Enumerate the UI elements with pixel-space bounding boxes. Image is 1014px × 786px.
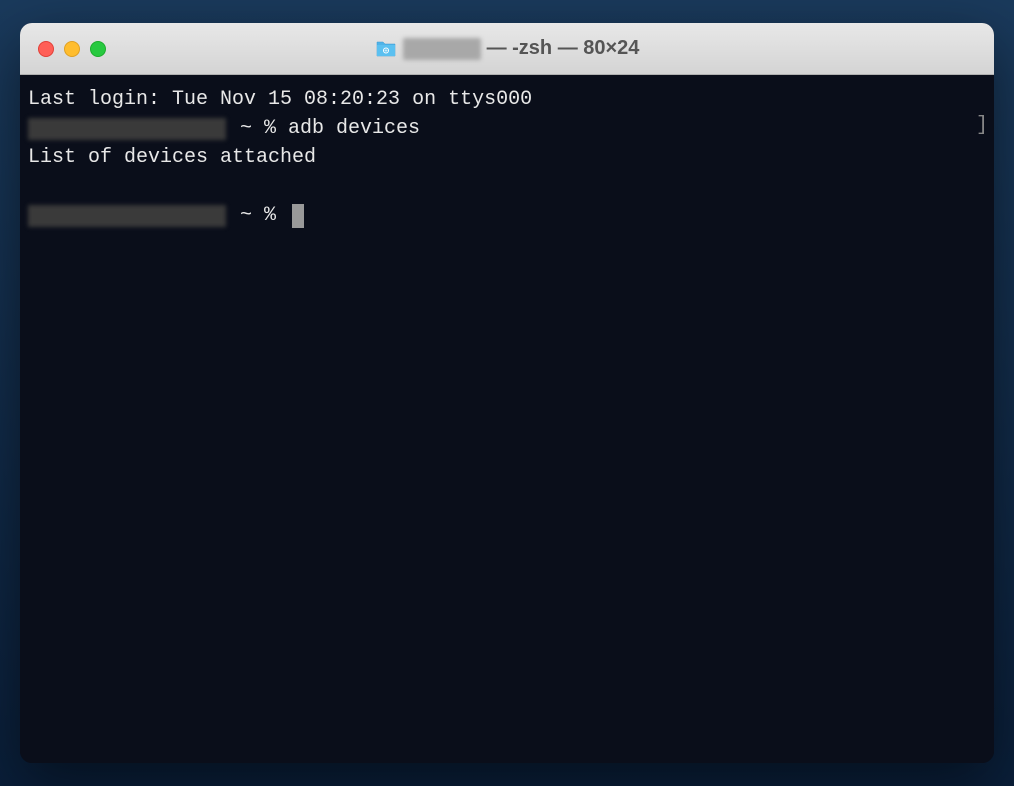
maximize-button[interactable] (90, 41, 106, 57)
blank-line (28, 172, 986, 201)
window-title: — -zsh — 80×24 (487, 37, 640, 60)
output-text: List of devices attached (28, 143, 316, 172)
prompt-line-1: ~ % adb devices (28, 114, 986, 143)
last-login-text: Last login: Tue Nov 15 08:20:23 on ttys0… (28, 85, 532, 114)
prompt-suffix: ~ % (228, 114, 288, 143)
cursor (292, 204, 304, 228)
command-text: adb devices (288, 114, 420, 143)
traffic-lights (20, 41, 106, 57)
title-redacted (403, 38, 481, 60)
title-center: — -zsh — 80×24 (20, 37, 994, 60)
prompt-suffix: ~ % (228, 201, 288, 230)
prompt-line-2: ~ % (28, 201, 986, 230)
titlebar: — -zsh — 80×24 (20, 23, 994, 75)
hostname-redacted (28, 118, 226, 140)
output-line-1: List of devices attached (28, 143, 986, 172)
folder-icon (375, 40, 397, 58)
last-login-line: Last login: Tue Nov 15 08:20:23 on ttys0… (28, 85, 986, 114)
scroll-indicator: ] (976, 111, 988, 140)
terminal-window: — -zsh — 80×24 ] Last login: Tue Nov 15 … (20, 23, 994, 763)
terminal-body[interactable]: ] Last login: Tue Nov 15 08:20:23 on tty… (20, 75, 994, 763)
hostname-redacted (28, 205, 226, 227)
close-button[interactable] (38, 41, 54, 57)
minimize-button[interactable] (64, 41, 80, 57)
